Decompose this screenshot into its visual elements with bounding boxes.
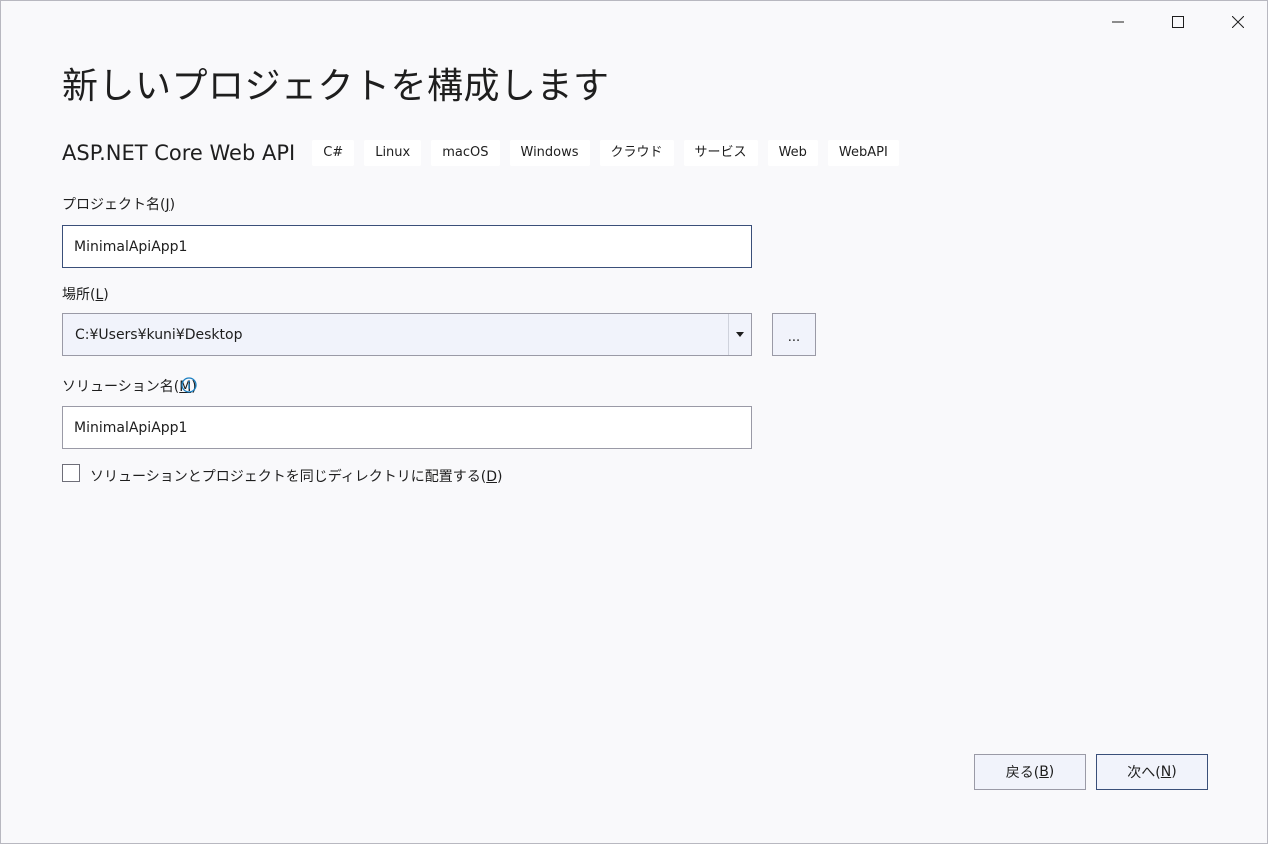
tag-linux: Linux [364,140,422,166]
next-button[interactable]: 次へ(N) [1096,754,1208,790]
configure-project-dialog: 新しいプロジェクトを構成します ASP.NET Core Web API C# … [0,0,1268,844]
tag-cloud: クラウド [599,140,674,166]
next-button-key: N [1160,764,1172,780]
project-name-value: MinimalApiApp1 [74,238,188,255]
project-name-label-end: ) [169,197,176,213]
back-button-end: ) [1048,764,1055,780]
tag-web: Web [767,140,818,166]
back-button-text: 戻る( [1005,765,1040,781]
location-label: 場所(L) [62,284,109,304]
tag-webapi: WebAPI [827,140,899,166]
next-button-end: ) [1171,764,1177,780]
tag-csharp: C# [312,140,355,166]
page-title: 新しいプロジェクトを構成します [62,66,610,107]
project-name-label-text: プロジェクト名( [62,197,166,213]
maximize-icon [1172,16,1184,28]
maximize-button[interactable] [1149,3,1207,41]
location-value: C:¥Users¥kuni¥Desktop [75,326,243,343]
tag-windows: Windows [509,140,590,166]
same-directory-label-text: ソリューションとプロジェクトを同じディレクトリに配置する( [90,469,487,485]
solution-name-value: MinimalApiApp1 [74,419,188,436]
template-name: ASP.NET Core Web API [62,141,296,165]
solution-name-label-text: ソリューション名( [62,379,180,395]
close-button[interactable] [1209,3,1267,41]
template-info: ASP.NET Core Web API C# Linux macOS Wind… [62,140,909,166]
browse-button[interactable]: ... [772,313,816,356]
minimize-button[interactable] [1089,3,1147,41]
back-button-key: B [1039,764,1049,780]
back-button[interactable]: 戻る(B) [974,754,1086,790]
solution-name-label: ソリューション名(M) [62,376,197,396]
project-name-label: プロジェクト名(J) [62,194,175,214]
dropdown-arrow-icon[interactable] [728,314,751,355]
same-directory-checkbox[interactable] [62,464,80,482]
minimize-icon [1112,21,1124,23]
close-icon [1232,16,1244,28]
tag-service: サービス [683,140,758,166]
same-directory-label[interactable]: ソリューションとプロジェクトを同じディレクトリに配置する(D) [90,466,502,486]
info-icon[interactable] [181,377,197,397]
same-directory-label-end: ) [496,469,503,485]
location-combobox[interactable]: C:¥Users¥kuni¥Desktop [62,313,752,356]
project-name-input[interactable]: MinimalApiApp1 [62,225,752,268]
location-label-text: 場所( [62,287,96,303]
same-directory-label-key: D [486,469,497,485]
next-button-text: 次へ( [1127,765,1161,781]
tag-macos: macOS [431,140,500,166]
solution-name-input[interactable]: MinimalApiApp1 [62,406,752,449]
location-label-end: ) [103,287,109,303]
